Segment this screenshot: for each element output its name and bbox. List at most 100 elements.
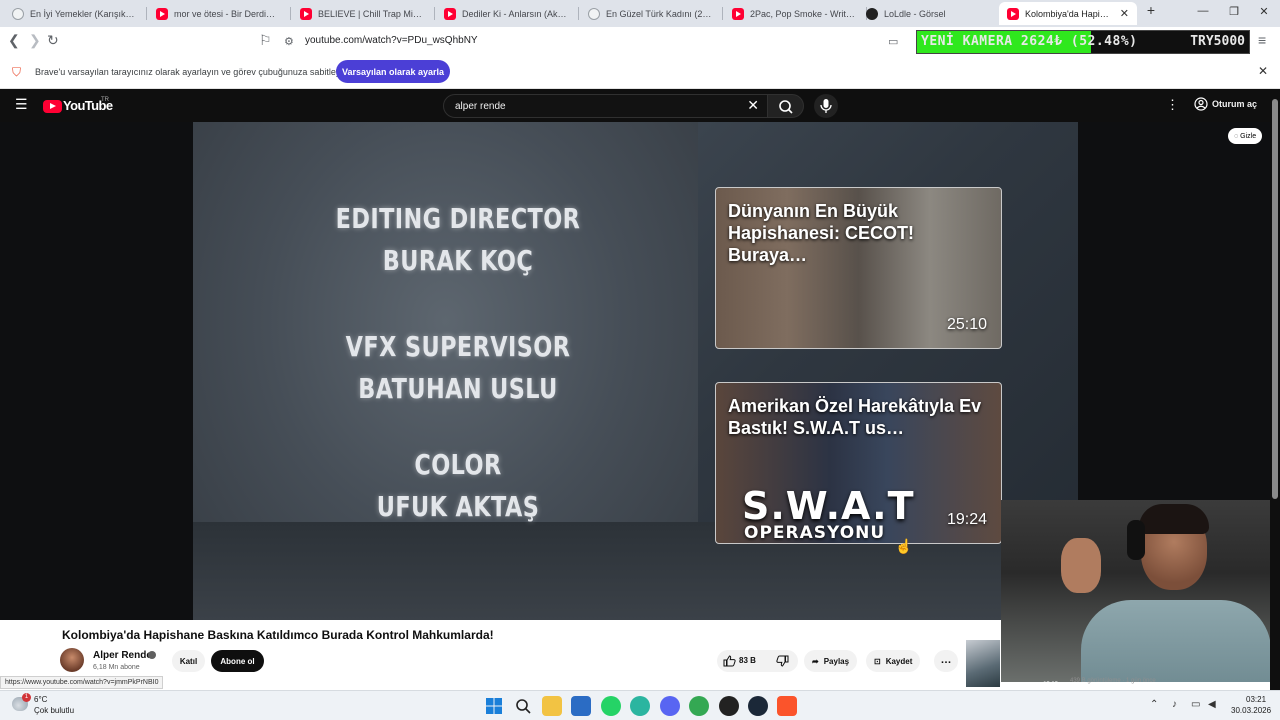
donation-goal-overlay: YENİ KAMERA 2624₺ (52.48%) TRY5000	[916, 30, 1250, 54]
share-button[interactable]: ➦ Paylaş	[804, 650, 858, 672]
tab-label: Dediler Ki - Anlarsın (Akustik V…	[462, 8, 568, 19]
forward-icon[interactable]: ❯	[29, 32, 41, 48]
banner-message: Brave'u varsayılan tarayıcınız olarak ay…	[35, 67, 348, 77]
voice-search-button[interactable]	[814, 94, 838, 118]
tab-label: Kolombiya'da Hapishane B…	[1025, 8, 1110, 19]
menu-icon[interactable]: ≡	[1258, 32, 1266, 48]
share-icon: ➦	[812, 656, 819, 666]
share-label: Paylaş	[823, 656, 850, 666]
clock-time[interactable]: 03:21	[1246, 695, 1266, 704]
sign-in-button[interactable]: Oturum aç	[1194, 97, 1257, 111]
weather-temperature[interactable]: 6°C	[34, 695, 47, 704]
endcard-video[interactable]: Dünyanın En Büyük Hapishanesi: CECOT! Bu…	[715, 187, 1002, 349]
avatar[interactable]	[60, 648, 84, 672]
credit-role: VFX SUPERVISOR	[345, 330, 571, 363]
scrollbar-thumb[interactable]	[1272, 99, 1278, 499]
tray-chevron-icon[interactable]: ⌃	[1150, 699, 1158, 710]
credit-block: EDITING DIRECTOR BURAK KOÇ	[326, 198, 590, 282]
subscribe-button[interactable]: Abone ol	[211, 650, 264, 672]
join-button[interactable]: Katıl	[172, 650, 205, 672]
file-explorer-icon[interactable]	[542, 696, 562, 716]
microphone-tray-icon[interactable]: ♪	[1172, 699, 1177, 710]
sign-in-label: Oturum aç	[1212, 99, 1258, 109]
youtube-icon	[732, 7, 744, 20]
hamburger-menu-icon[interactable]: ☰	[15, 96, 28, 113]
like-icon[interactable]	[723, 655, 736, 667]
close-banner-icon[interactable]: ✕	[1258, 64, 1268, 78]
weather-description[interactable]: Çok bulutlu	[34, 706, 74, 715]
cast-icon[interactable]: ▭	[888, 34, 898, 50]
bookmark-icon[interactable]: ⚐	[259, 32, 272, 48]
address-bar[interactable]: youtube.com/watch?v=PDu_wsQhbNY	[305, 35, 478, 46]
network-icon[interactable]: ▭	[1191, 699, 1200, 710]
browser-tab-active[interactable]: Kolombiya'da Hapishane B… ✕	[999, 2, 1137, 25]
browser-tab[interactable]: BELIEVE | Chill Trap Mix - YouTu…	[292, 2, 432, 25]
notification-badge: 1	[22, 693, 31, 702]
tab-label: mor ve ötesi - Bir Derdim Var (l…	[174, 8, 280, 19]
clock-date[interactable]: 30.03.2026	[1231, 706, 1271, 715]
recommended-thumbnail[interactable]	[966, 640, 1000, 687]
endcard-duration: 25:10	[946, 316, 987, 333]
reload-icon[interactable]: ↻	[47, 32, 59, 48]
credit-name: BATUHAN USLU	[358, 372, 558, 405]
loldle-icon	[866, 7, 878, 20]
webcam-body	[1081, 600, 1271, 682]
clear-search-icon[interactable]: ✕	[747, 97, 759, 114]
endcard-title: Amerikan Özel Harekâtıyla Ev Bastık! S.W…	[728, 396, 982, 438]
browser-tab[interactable]: En İyi Yemekler (Karışık) - Tier l…	[4, 2, 144, 25]
close-tab-icon[interactable]: ✕	[1120, 7, 1129, 20]
default-browser-banner: ⛉ Brave'u varsayılan tarayıcınız olarak …	[0, 54, 1280, 89]
youtube-icon	[444, 7, 456, 20]
video-title: Kolombiya'da Hapishane Baskına Katıldımc…	[62, 628, 494, 642]
site-settings-icon[interactable]: ⚙	[284, 34, 294, 50]
whatsapp-icon[interactable]	[601, 696, 621, 716]
steam-icon[interactable]	[748, 696, 768, 716]
credit-name: BURAK KOÇ	[382, 244, 534, 277]
store-icon[interactable]	[571, 696, 591, 716]
page-scrollbar[interactable]	[1270, 89, 1280, 690]
hide-endcards-button[interactable]: ◌ Gizle	[1228, 128, 1263, 144]
settings-kebab-icon[interactable]: ⋮	[1166, 97, 1179, 113]
brave-lion-icon: ⛉	[12, 65, 22, 79]
browser-tab[interactable]: 2Pac, Pop Smoke - Write This …	[724, 2, 864, 25]
back-icon[interactable]: ❮	[8, 32, 20, 48]
discord-icon[interactable]	[660, 696, 680, 716]
tierlist-icon	[12, 7, 24, 20]
taskbar-search-icon[interactable]	[513, 696, 533, 716]
search-button[interactable]	[767, 94, 804, 118]
like-count[interactable]: 83 B	[739, 656, 756, 665]
donation-goal-target: TRY5000	[1190, 34, 1245, 49]
webcam-overlay	[1001, 500, 1280, 682]
browser-tab[interactable]: LoLdle - Görsel	[858, 2, 998, 25]
endcard-duration: 19:24	[946, 511, 987, 528]
mouse-cursor-icon: ☝	[895, 538, 913, 554]
browser-tab[interactable]: mor ve ötesi - Bir Derdim Var (l…	[148, 2, 288, 25]
save-button[interactable]: ⊡ Kaydet	[866, 650, 921, 672]
headset-icon	[1127, 520, 1145, 560]
volume-icon[interactable]: ◀	[1208, 699, 1216, 710]
chrome-icon[interactable]	[689, 696, 709, 716]
new-tab-button[interactable]: +	[1141, 2, 1161, 18]
minimize-icon[interactable]: —	[1193, 5, 1213, 17]
app-icon[interactable]	[719, 696, 739, 716]
windows-start-icon[interactable]	[484, 696, 504, 716]
youtube-icon	[1007, 7, 1019, 20]
tab-label: LoLdle - Görsel	[884, 8, 946, 19]
youtube-logo-icon[interactable]	[43, 100, 62, 113]
endcard-video[interactable]: Amerikan Özel Harekâtıyla Ev Bastık! S.W…	[715, 382, 1002, 544]
endcard-thumbnail-text: S.W.A.T	[742, 484, 915, 528]
browser-tab[interactable]: Dediler Ki - Anlarsın (Akustik V…	[436, 2, 576, 25]
eye-off-icon: ◌	[1234, 132, 1239, 140]
maximize-icon[interactable]: ❐	[1224, 5, 1244, 18]
more-actions-button[interactable]: …	[934, 650, 958, 672]
set-default-button[interactable]: Varsayılan olarak ayarla	[336, 60, 450, 83]
browser-tab[interactable]: En Güzel Türk Kadını (256 Kişi)…	[580, 2, 720, 25]
brave-icon[interactable]	[777, 696, 797, 716]
chrome-profile-icon[interactable]	[630, 696, 650, 716]
channel-name[interactable]: Alper Rende	[93, 650, 152, 661]
search-input[interactable]: alper rende ✕	[443, 94, 768, 118]
close-window-icon[interactable]: ✕	[1254, 5, 1274, 18]
dislike-icon[interactable]	[776, 655, 789, 667]
credit-role: EDITING DIRECTOR	[335, 202, 581, 235]
credit-role: COLOR	[414, 448, 502, 481]
